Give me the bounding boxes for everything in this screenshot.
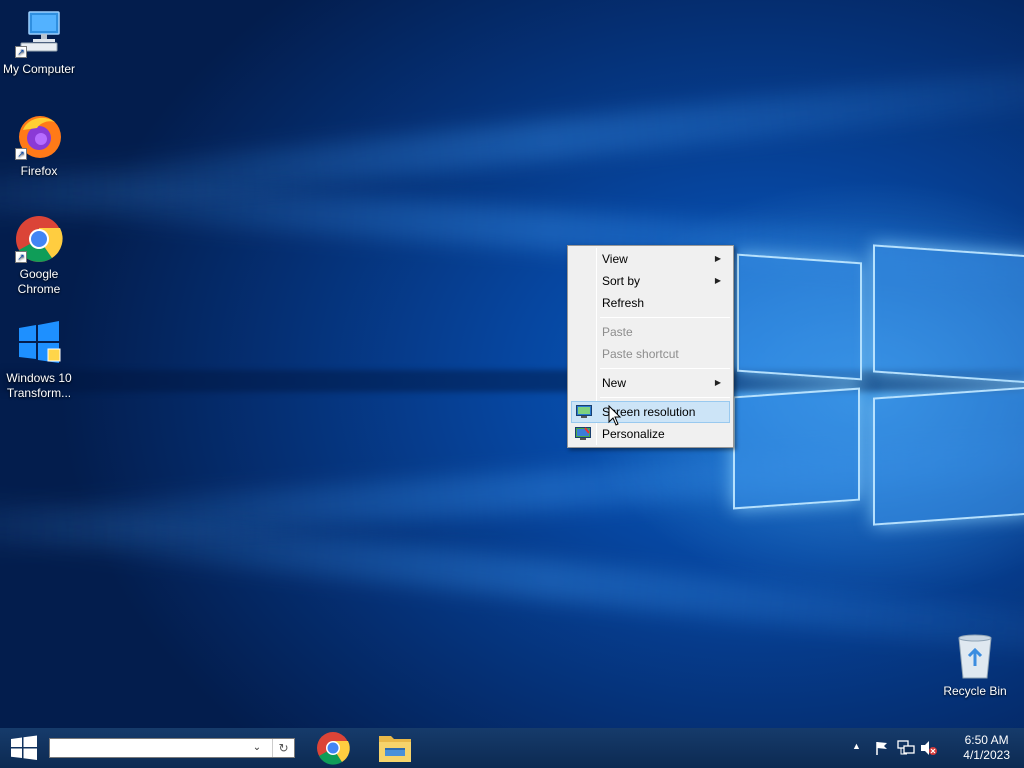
menu-item-label: Sort by	[602, 274, 641, 288]
volume-muted-icon[interactable]	[920, 740, 938, 756]
menu-item-paste: Paste	[571, 321, 730, 343]
submenu-arrow-icon: ▶	[714, 276, 721, 285]
menu-item-new[interactable]: New ▶	[571, 372, 730, 394]
clock-time: 6:50 AM	[964, 733, 1009, 747]
taskbar-app-chrome[interactable]	[309, 730, 357, 766]
menu-item-screen-resolution[interactable]: Screen resolution	[571, 401, 730, 423]
taskbar: ⌄ ↻ ▲ 6:50 AM 4/1/2023	[0, 728, 1024, 768]
submenu-arrow-icon: ▶	[714, 254, 721, 263]
menu-separator	[600, 368, 730, 369]
desktop-icon-windows-10-transform[interactable]: Windows 10 Transform...	[0, 319, 79, 401]
windows-start-icon	[11, 735, 37, 760]
desktop-icon-label: Windows 10 Transform...	[6, 371, 72, 400]
menu-separator	[600, 317, 730, 318]
taskbar-app-file-explorer[interactable]	[371, 730, 419, 766]
menu-item-label: Paste shortcut	[602, 347, 679, 361]
menu-item-personalize[interactable]: Personalize	[571, 423, 730, 445]
menu-item-label: View	[602, 252, 628, 266]
menu-separator	[600, 397, 730, 398]
desktop-icon-my-computer[interactable]: ↗ My Computer	[0, 10, 79, 77]
chrome-icon	[317, 732, 350, 765]
menu-item-label: Refresh	[602, 296, 645, 310]
desktop-wallpaper	[0, 0, 1024, 768]
menu-item-paste-shortcut: Paste shortcut	[571, 343, 730, 365]
menu-item-sort-by[interactable]: Sort by ▶	[571, 270, 730, 292]
clock-date: 4/1/2023	[963, 748, 1010, 762]
menu-item-label: New	[602, 376, 627, 390]
windows-logo-icon	[15, 319, 63, 367]
recycle-bin-icon	[951, 632, 999, 680]
show-hidden-icons-icon[interactable]: ▲	[852, 741, 861, 751]
firefox-icon: ↗	[15, 112, 63, 160]
taskbar-search-box: ⌄ ↻	[49, 738, 295, 758]
menu-item-label: Paste	[602, 325, 633, 339]
personalize-icon	[575, 426, 591, 440]
taskbar-search-input[interactable]	[50, 739, 246, 757]
refresh-icon[interactable]: ↻	[272, 739, 294, 757]
mouse-cursor-icon	[608, 404, 622, 430]
desktop-icon-firefox[interactable]: ↗ Firefox	[0, 112, 79, 179]
desktop-icon-label: Firefox	[20, 164, 58, 178]
menu-item-refresh[interactable]: Refresh	[571, 292, 730, 314]
menu-item-view[interactable]: View ▶	[571, 248, 730, 270]
start-button[interactable]	[0, 728, 48, 768]
computer-icon: ↗	[15, 10, 63, 58]
action-center-flag-icon[interactable]	[874, 740, 890, 756]
desktop-icon-label: Google Chrome	[17, 267, 61, 296]
taskbar-clock[interactable]: 6:50 AM 4/1/2023	[963, 733, 1010, 763]
chrome-icon: ↗	[15, 215, 63, 263]
desktop-icon-google-chrome[interactable]: ↗ Google Chrome	[0, 215, 79, 297]
chevron-down-icon[interactable]: ⌄	[248, 739, 266, 757]
display-settings-icon	[576, 405, 592, 419]
desktop-icon-label: My Computer	[2, 62, 76, 76]
desktop-icon-recycle-bin[interactable]: Recycle Bin	[935, 632, 1015, 699]
submenu-arrow-icon: ▶	[714, 378, 721, 387]
desktop-context-menu: View ▶ Sort by ▶ Refresh Paste Paste sho…	[567, 245, 734, 448]
desktop-icon-label: Recycle Bin	[943, 684, 1007, 698]
network-icon[interactable]	[897, 740, 915, 756]
system-tray: ▲	[850, 728, 940, 768]
folder-icon	[379, 736, 411, 762]
